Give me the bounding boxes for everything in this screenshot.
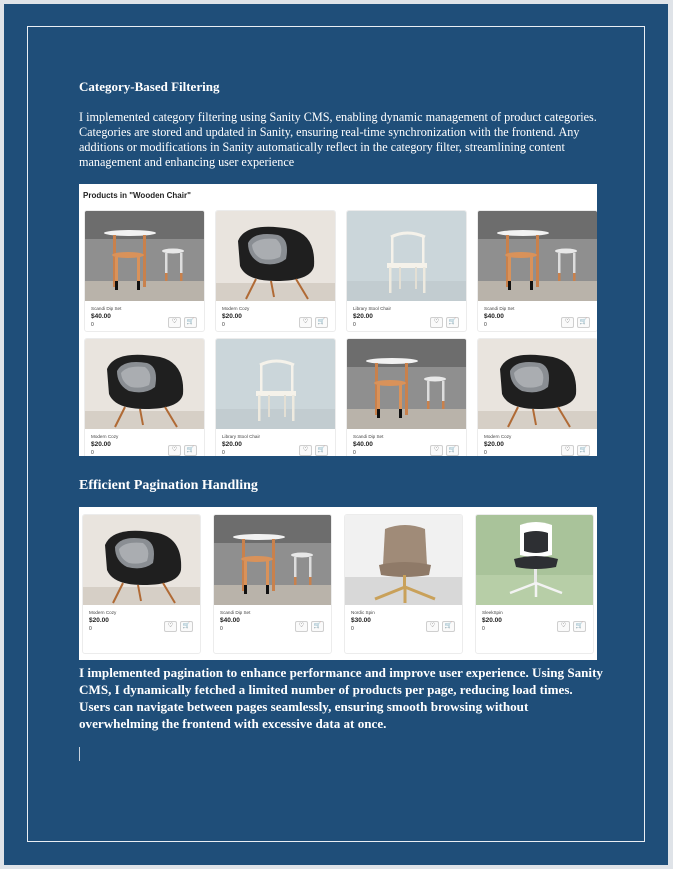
product-count: 0 bbox=[353, 322, 356, 328]
product-name: Nordic Spin bbox=[351, 610, 375, 615]
product-count: 0 bbox=[222, 322, 225, 328]
product-name: Modern Cozy bbox=[484, 434, 512, 439]
product-card[interactable]: Library Stool Chair $20.00 0 ♡ 🛒 bbox=[215, 338, 336, 456]
stools-image[interactable] bbox=[214, 515, 331, 605]
product-count: 0 bbox=[220, 626, 223, 632]
product-name: Scandi Dip Set bbox=[484, 306, 515, 311]
screenshot-category-filter: Products in "Wooden Chair" Scandi Dip Se… bbox=[79, 184, 597, 456]
product-price: $20.00 bbox=[91, 441, 111, 448]
armchair-image[interactable] bbox=[83, 515, 200, 605]
heart-icon[interactable]: ♡ bbox=[299, 445, 312, 456]
product-name: SleekSpin bbox=[482, 610, 503, 615]
heading-pagination: Efficient Pagination Handling bbox=[79, 478, 258, 493]
product-name: Modern Cozy bbox=[89, 610, 117, 615]
product-count: 0 bbox=[484, 450, 487, 456]
product-count: 0 bbox=[484, 322, 487, 328]
cart-icon[interactable]: 🛒 bbox=[315, 445, 328, 456]
product-card[interactable]: Scandi Dip Set $40.00 0 ♡ 🛒 bbox=[477, 210, 597, 332]
product-card[interactable]: Scandi Dip Set $40.00 0 ♡ 🛒 bbox=[84, 210, 205, 332]
product-count: 0 bbox=[91, 450, 94, 456]
product-card[interactable]: Modern Cozy $20.00 0 ♡ 🛒 bbox=[82, 514, 201, 654]
cart-icon[interactable]: 🛒 bbox=[311, 621, 324, 632]
stools-image[interactable] bbox=[85, 211, 204, 301]
document-page: ʃɿ Category-Based Filtering I implemente… bbox=[4, 4, 668, 865]
product-count: 0 bbox=[91, 322, 94, 328]
product-price: $40.00 bbox=[484, 313, 504, 320]
paragraph-pagination: I implemented pagination to enhance perf… bbox=[79, 665, 603, 731]
product-card[interactable]: Nordic Spin $30.00 0 ♡ 🛒 bbox=[344, 514, 463, 654]
product-price: $40.00 bbox=[220, 617, 240, 624]
heart-icon[interactable]: ♡ bbox=[164, 621, 177, 632]
product-name: Scandi Dip Set bbox=[353, 434, 384, 439]
product-count: 0 bbox=[89, 626, 92, 632]
cart-icon[interactable]: 🛒 bbox=[184, 317, 197, 328]
product-price: $30.00 bbox=[351, 617, 371, 624]
heart-icon[interactable]: ♡ bbox=[168, 445, 181, 456]
product-price: $20.00 bbox=[89, 617, 109, 624]
cart-icon[interactable]: 🛒 bbox=[573, 621, 586, 632]
product-card[interactable]: SleekSpin $20.00 0 ♡ 🛒 bbox=[475, 514, 594, 654]
product-name: Library Stool Chair bbox=[222, 434, 261, 439]
product-price: $20.00 bbox=[222, 441, 242, 448]
product-count: 0 bbox=[482, 626, 485, 632]
heart-icon[interactable]: ♡ bbox=[426, 621, 439, 632]
text-cursor bbox=[79, 747, 80, 761]
product-name: Scandi Dip Set bbox=[220, 610, 251, 615]
product-price: $20.00 bbox=[353, 313, 373, 320]
beige-chair-image[interactable] bbox=[345, 515, 462, 605]
cart-icon[interactable]: 🛒 bbox=[577, 445, 590, 456]
products-category-title: Products in "Wooden Chair" bbox=[83, 191, 191, 200]
product-count: 0 bbox=[351, 626, 354, 632]
product-price: $20.00 bbox=[482, 617, 502, 624]
heart-icon[interactable]: ♡ bbox=[561, 317, 574, 328]
armchair-image[interactable] bbox=[216, 211, 335, 301]
heart-icon[interactable]: ♡ bbox=[430, 317, 443, 328]
product-count: 0 bbox=[222, 450, 225, 456]
stools-image[interactable] bbox=[478, 211, 597, 301]
product-card[interactable]: Scandi Dip Set $40.00 0 ♡ 🛒 bbox=[346, 338, 467, 456]
product-card[interactable]: Modern Cozy $20.00 0 ♡ 🛒 bbox=[84, 338, 205, 456]
armchair-image[interactable] bbox=[478, 339, 597, 429]
cart-icon[interactable]: 🛒 bbox=[446, 445, 459, 456]
cart-icon[interactable]: 🛒 bbox=[442, 621, 455, 632]
cart-icon[interactable]: 🛒 bbox=[184, 445, 197, 456]
cart-icon[interactable]: 🛒 bbox=[446, 317, 459, 328]
armchair-image[interactable] bbox=[85, 339, 204, 429]
white-chair-image[interactable] bbox=[216, 339, 335, 429]
product-name: Scandi Dip Set bbox=[91, 306, 122, 311]
product-card[interactable]: Modern Cozy $20.00 0 ♡ 🛒 bbox=[477, 338, 597, 456]
white-chair-image[interactable] bbox=[347, 211, 466, 301]
screenshot-pagination: Modern Cozy $20.00 0 ♡ 🛒 Scandi Dip Set $40.0… bbox=[79, 507, 597, 660]
heading-category-filtering: Category-Based Filtering bbox=[79, 79, 220, 94]
product-price: $20.00 bbox=[222, 313, 242, 320]
stools-image[interactable] bbox=[347, 339, 466, 429]
product-card[interactable]: Library Stool Chair $20.00 0 ♡ 🛒 bbox=[346, 210, 467, 332]
product-card[interactable]: Scandi Dip Set $40.00 0 ♡ 🛒 bbox=[213, 514, 332, 654]
heart-icon[interactable]: ♡ bbox=[168, 317, 181, 328]
heart-icon[interactable]: ♡ bbox=[295, 621, 308, 632]
product-card[interactable]: Modern Cozy $20.00 0 ♡ 🛒 bbox=[215, 210, 336, 332]
paragraph-category-filtering: I implemented category filtering using S… bbox=[79, 110, 597, 169]
office-chair-image[interactable] bbox=[476, 515, 593, 605]
cart-icon[interactable]: 🛒 bbox=[315, 317, 328, 328]
heart-icon[interactable]: ♡ bbox=[561, 445, 574, 456]
product-price: $40.00 bbox=[91, 313, 111, 320]
heart-icon[interactable]: ♡ bbox=[557, 621, 570, 632]
cart-icon[interactable]: 🛒 bbox=[180, 621, 193, 632]
product-name: Modern Cozy bbox=[91, 434, 119, 439]
heart-icon[interactable]: ♡ bbox=[299, 317, 312, 328]
product-name: Modern Cozy bbox=[222, 306, 250, 311]
cart-icon[interactable]: 🛒 bbox=[577, 317, 590, 328]
product-count: 0 bbox=[353, 450, 356, 456]
heart-icon[interactable]: ♡ bbox=[430, 445, 443, 456]
product-price: $20.00 bbox=[484, 441, 504, 448]
product-name: Library Stool Chair bbox=[353, 306, 392, 311]
product-price: $40.00 bbox=[353, 441, 373, 448]
